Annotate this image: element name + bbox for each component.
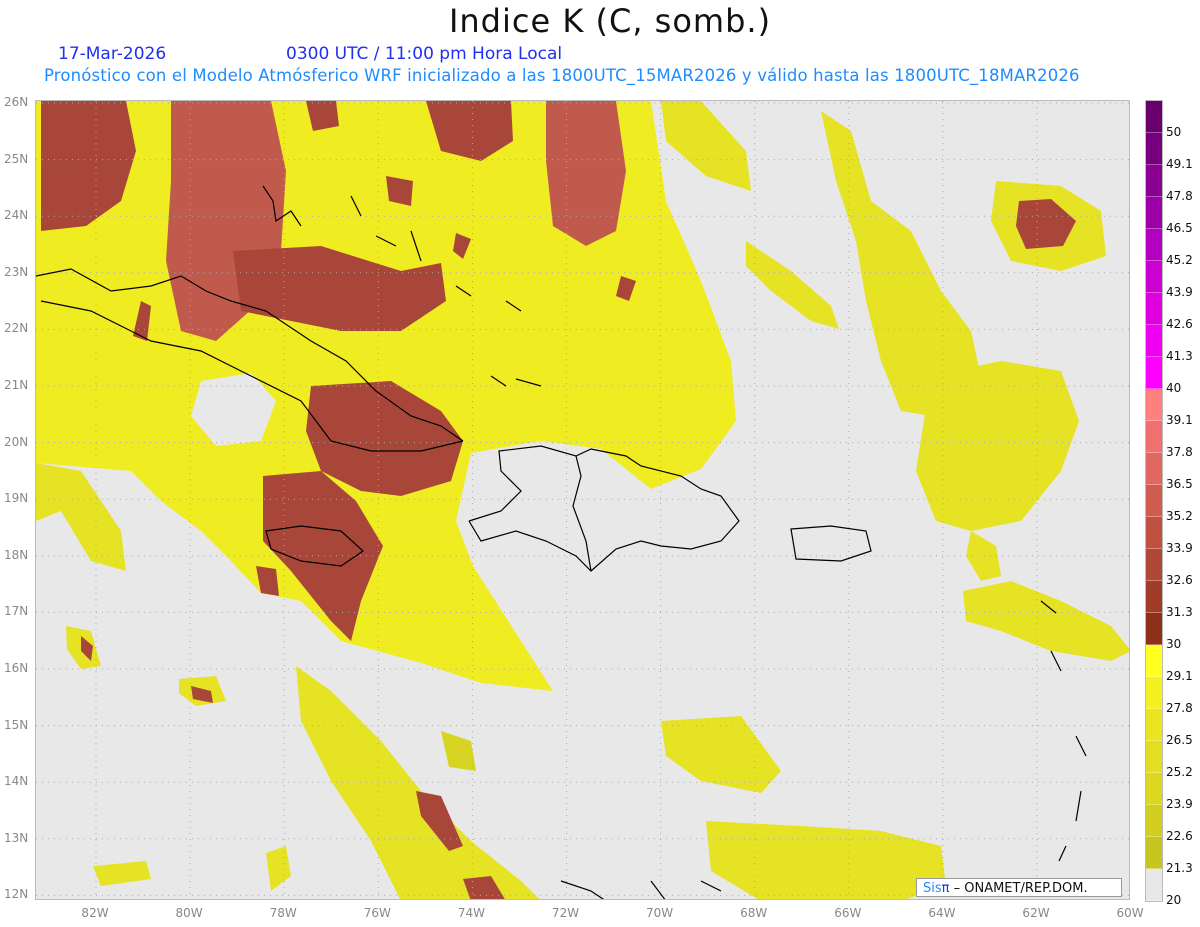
- lat-label: 14N: [4, 774, 29, 789]
- colorbar-swatch: [1146, 741, 1162, 773]
- map-canvas: [36, 101, 1129, 899]
- colorbar-label: 33.9: [1166, 541, 1193, 555]
- colorbar-label: 50: [1166, 125, 1182, 139]
- colorbar-label: 47.8: [1166, 189, 1193, 203]
- colorbar-label: 30: [1166, 637, 1182, 651]
- colorbar-swatch: [1146, 133, 1162, 165]
- lat-label: 25N: [4, 151, 29, 166]
- hispaniola-border: [572, 455, 592, 572]
- colorbar-label: 35.2: [1166, 509, 1193, 523]
- colorbar-swatch: [1146, 293, 1162, 325]
- colorbar-swatch: [1146, 709, 1162, 741]
- credit-sis: Sis: [923, 881, 942, 896]
- lon-label: 68W: [740, 906, 768, 920]
- colorbar-label: 42.6: [1166, 317, 1193, 331]
- colorbar-swatch: [1146, 581, 1162, 613]
- colorbar-label: 27.8: [1166, 701, 1193, 715]
- colorbar-swatch: [1146, 389, 1162, 421]
- colorbar-label: 46.5: [1166, 221, 1193, 235]
- colorbar-swatch: [1146, 485, 1162, 517]
- colorbar-swatch: [1146, 613, 1162, 645]
- lat-label: 15N: [4, 717, 29, 732]
- lat-label: 21N: [4, 378, 29, 392]
- lat-label: 20N: [4, 434, 29, 449]
- colorbar-swatch: [1146, 197, 1162, 229]
- lat-label: 26N: [4, 95, 29, 109]
- colorbar-label: 41.3: [1166, 349, 1193, 363]
- lat-label: 22N: [4, 321, 29, 336]
- lat-label: 12N: [4, 887, 29, 902]
- colorbar-swatch: [1146, 837, 1162, 869]
- colorbar-swatch: [1146, 453, 1162, 485]
- lat-label: 18N: [4, 547, 29, 562]
- colorbar-label: 39.1: [1166, 413, 1193, 427]
- colorbar-swatch: [1146, 325, 1162, 357]
- colorbar-label: 29.1: [1166, 669, 1193, 683]
- colorbar-label: 21.3: [1166, 861, 1193, 875]
- lat-label: 13N: [4, 830, 29, 845]
- lat-label: 24N: [4, 208, 29, 223]
- colorbar-label: 20: [1166, 893, 1182, 907]
- lon-label: 66W: [834, 906, 862, 920]
- colorbar-swatch: [1146, 773, 1162, 805]
- k-index-map: [35, 100, 1130, 900]
- lon-label: 76W: [363, 906, 391, 920]
- map-title: Indice K (C, somb.): [448, 2, 772, 40]
- colorbar-label: 26.5: [1166, 733, 1193, 747]
- forecast-time: 0300 UTC / 11:00 pm Hora Local: [286, 44, 563, 64]
- colorbar-swatch: [1146, 549, 1162, 581]
- south-america-coastline: [560, 880, 722, 899]
- colorbar-label: 45.2: [1166, 253, 1193, 267]
- lon-label: 70W: [646, 906, 674, 920]
- lon-label: 80W: [175, 906, 203, 920]
- colorbar-swatch: [1146, 645, 1162, 677]
- lon-label: 62W: [1022, 906, 1050, 920]
- lon-label: 78W: [269, 906, 297, 920]
- lat-label: 17N: [4, 604, 29, 619]
- lat-label: 19N: [4, 491, 29, 506]
- colorbar-label: 25.2: [1166, 765, 1193, 779]
- colorbar-label: 31.3: [1166, 605, 1193, 619]
- lon-label: 82W: [81, 906, 109, 920]
- lon-label: 74W: [457, 906, 485, 920]
- colorbar-swatch: [1146, 229, 1162, 261]
- colorbar-swatch: [1146, 421, 1162, 453]
- colorbar-swatch: [1146, 261, 1162, 293]
- colorbar-swatch: [1146, 517, 1162, 549]
- colorbar-swatch: [1146, 357, 1162, 389]
- colorbar-swatch: [1146, 805, 1162, 837]
- colorbar-label: 49.1: [1166, 157, 1193, 171]
- colorbar-swatch: [1146, 165, 1162, 197]
- lat-label: 16N: [4, 661, 29, 675]
- lon-label: 72W: [551, 906, 580, 920]
- colorbar-swatch: [1146, 869, 1162, 901]
- credit-text: – ONAMET/REP.DOM.: [949, 881, 1088, 896]
- colorbar-label: 40: [1166, 381, 1182, 395]
- lat-label: 23N: [4, 264, 29, 279]
- colorbar-swatch: [1146, 101, 1162, 133]
- colorbar-label: 23.9: [1166, 797, 1193, 811]
- colorbar-label: 32.6: [1166, 573, 1193, 587]
- credit-box: Sisπ – ONAMET/REP.DOM.: [916, 878, 1122, 897]
- colorbar-swatch: [1146, 677, 1162, 709]
- forecast-date: 17-Mar-2026: [58, 44, 167, 64]
- colorbar-label: 43.9: [1166, 285, 1193, 299]
- lon-label: 64W: [928, 906, 956, 920]
- lon-label: 60W: [1116, 906, 1144, 920]
- forecast-subtitle: Pronóstico con el Modelo Atmósferico WRF…: [44, 66, 1080, 85]
- colorbar-label: 22.6: [1166, 829, 1193, 843]
- colorbar-label: 37.8: [1166, 445, 1193, 459]
- colorbar-label: 36.5: [1166, 477, 1193, 491]
- colorbar: [1145, 100, 1163, 902]
